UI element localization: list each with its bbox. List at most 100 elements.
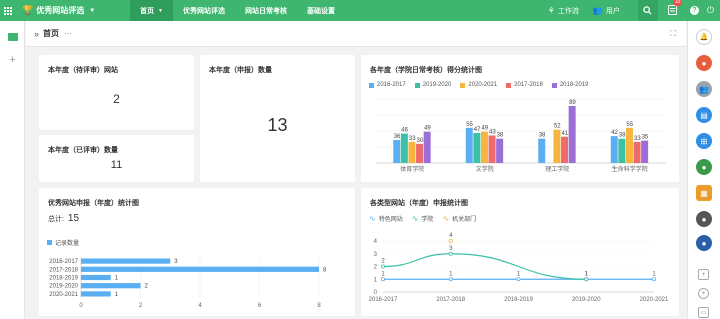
add-contact-icon[interactable]: + xyxy=(698,269,709,280)
bar-value-label: 43 xyxy=(489,129,496,135)
bar-value-label: 33 xyxy=(409,136,416,142)
bar xyxy=(408,141,416,163)
bar-value-label: 41 xyxy=(562,131,569,137)
left-sidebar: + xyxy=(0,21,25,319)
site-type-chart-card: 各类型网站（年度）申报统计图 ∿ 特色网站 ∿ 学院 ∿ 机关部门 0 1 2 3 4 2016… xyxy=(361,188,679,316)
message-count-badge: 33 xyxy=(672,0,683,6)
add-circle-icon[interactable]: + xyxy=(698,288,709,299)
avatar[interactable]: ● xyxy=(696,235,712,251)
y-tick-label: 2019-2020 xyxy=(49,284,78,290)
x-tick-label: 6 xyxy=(258,303,262,309)
user-button[interactable]: 👥 用户 xyxy=(593,6,620,16)
panel-icon[interactable]: ▭ xyxy=(698,307,709,318)
bar-value-label: 89 xyxy=(569,100,576,106)
grouped-bar-chart: 364633 3049体育学院5547 494338文学院38524189理工学院4… xyxy=(376,98,666,173)
x-tick-label: 2020-2021 xyxy=(640,297,669,303)
bar-value-label: 8 xyxy=(323,267,327,273)
org-icon: ⚘ xyxy=(547,6,555,15)
data-point xyxy=(651,277,656,282)
bar-value-label: 47 xyxy=(474,127,481,133)
point-label: 1 xyxy=(585,271,589,277)
bar-value-label: 33 xyxy=(634,136,641,142)
app-switcher[interactable]: 🏆 优秀网站评选 ▼ xyxy=(22,5,130,16)
avatar[interactable]: ● xyxy=(696,55,712,71)
horizontal-bar-chart: 0 2 4 6 8 2016-2017 3 2017-2018 8 2018-2019 1 2019-… xyxy=(49,257,327,309)
x-tick-label: 文学院 xyxy=(476,165,494,173)
bar-value-label: 55 xyxy=(466,122,473,128)
point-label: 1 xyxy=(652,271,656,277)
reviewed-card: 本年度（已评审）数量 11 xyxy=(39,135,194,182)
x-tick-label: 4 xyxy=(198,303,202,309)
more-icon[interactable]: ··· xyxy=(64,29,72,38)
users-icon: 👥 xyxy=(592,6,603,15)
avatar[interactable]: ● xyxy=(696,159,712,175)
help-icon[interactable]: ? xyxy=(689,6,699,15)
y-tick-label: 3 xyxy=(374,252,378,258)
bar xyxy=(641,140,649,163)
bar xyxy=(416,143,424,163)
group-icon[interactable]: 👥 xyxy=(696,81,712,97)
search-button[interactable] xyxy=(637,0,658,21)
nav-excellent-site[interactable]: 优秀网站评选 xyxy=(173,0,235,21)
chevron-down-icon: ▼ xyxy=(89,7,96,14)
x-tick-label: 2017-2018 xyxy=(436,297,465,303)
x-tick-label: 2016-2017 xyxy=(369,297,398,303)
fullscreen-icon[interactable]: ⛶ xyxy=(670,29,676,39)
chat-icon[interactable]: ▤ xyxy=(696,107,712,123)
pending-sites-card: 本年度（待评审）网站 2 xyxy=(39,55,194,130)
avatar[interactable]: ● xyxy=(696,211,712,227)
x-tick-label: 2 xyxy=(139,303,143,309)
declared-card: 本年度（申报）数量 13 xyxy=(200,55,355,182)
search-icon xyxy=(643,6,652,15)
double-chevron-right-icon[interactable]: » xyxy=(34,29,39,39)
point-label: 3 xyxy=(449,246,453,252)
bar-value-label: 49 xyxy=(481,126,488,132)
chevron-down-icon: ▼ xyxy=(158,7,163,14)
apps-icon[interactable]: ▦ xyxy=(696,185,712,201)
add-tab-icon[interactable]: + xyxy=(0,54,25,66)
y-tick-label: 2017-2018 xyxy=(49,267,78,273)
point-label: 1 xyxy=(517,271,521,277)
bar-value-label: 42 xyxy=(611,130,618,136)
app-title: 优秀网站评选 xyxy=(36,6,85,15)
main-nav: 首页 ▼ 优秀网站评选 网站日常考核 基础设置 xyxy=(130,0,345,21)
bar xyxy=(81,291,111,297)
page-title: 首页 xyxy=(43,29,60,38)
x-tick-label: 2019-2020 xyxy=(572,297,601,303)
bar-value-label: 46 xyxy=(401,128,408,134)
trophy-icon: 🏆 xyxy=(22,5,34,15)
dashboard-tab[interactable] xyxy=(0,28,25,46)
point-label: 1 xyxy=(381,271,385,277)
power-icon[interactable]: ⏻ xyxy=(707,5,714,16)
nav-excellent-site-label: 优秀网站评选 xyxy=(182,7,225,15)
x-tick-label: 体育学院 xyxy=(400,165,424,173)
bell-icon[interactable]: 🔔 xyxy=(696,29,712,45)
nav-home[interactable]: 首页 ▼ xyxy=(130,0,173,21)
nav-daily-check[interactable]: 网站日常考核 xyxy=(235,0,297,21)
bar xyxy=(423,131,431,163)
dashboard-icon xyxy=(7,33,18,41)
bar-value-label: 1 xyxy=(115,292,119,298)
bar xyxy=(400,133,408,163)
bar-value-label: 52 xyxy=(554,124,561,130)
apps-grid-icon[interactable] xyxy=(4,6,18,15)
bar xyxy=(625,127,633,163)
bar-value-label: 55 xyxy=(626,122,633,128)
org-chart-icon[interactable]: ⊞ xyxy=(696,133,712,149)
bar xyxy=(610,136,618,163)
data-point xyxy=(516,277,521,282)
x-tick-label: 8 xyxy=(317,303,321,309)
workbench-button[interactable]: ⚘ 工作流 xyxy=(548,6,579,16)
bar-value-label: 1 xyxy=(115,276,119,282)
user-label: 用户 xyxy=(605,7,620,15)
college-score-chart-card: 各年度（学院日常考核）得分统计图 2016-2017 2019-2020 202… xyxy=(361,55,679,182)
nav-settings-label: 基础设置 xyxy=(306,7,335,15)
data-point xyxy=(584,277,589,282)
nav-settings[interactable]: 基础设置 xyxy=(297,0,345,21)
bar xyxy=(465,127,473,163)
nav-home-label: 首页 xyxy=(140,7,154,15)
messages-button[interactable]: 33 xyxy=(667,0,683,17)
y-tick-label: 2020-2021 xyxy=(49,292,78,298)
bar-value-label: 3 xyxy=(174,259,178,265)
card-title: 本年度（申报）数量 xyxy=(209,67,272,74)
